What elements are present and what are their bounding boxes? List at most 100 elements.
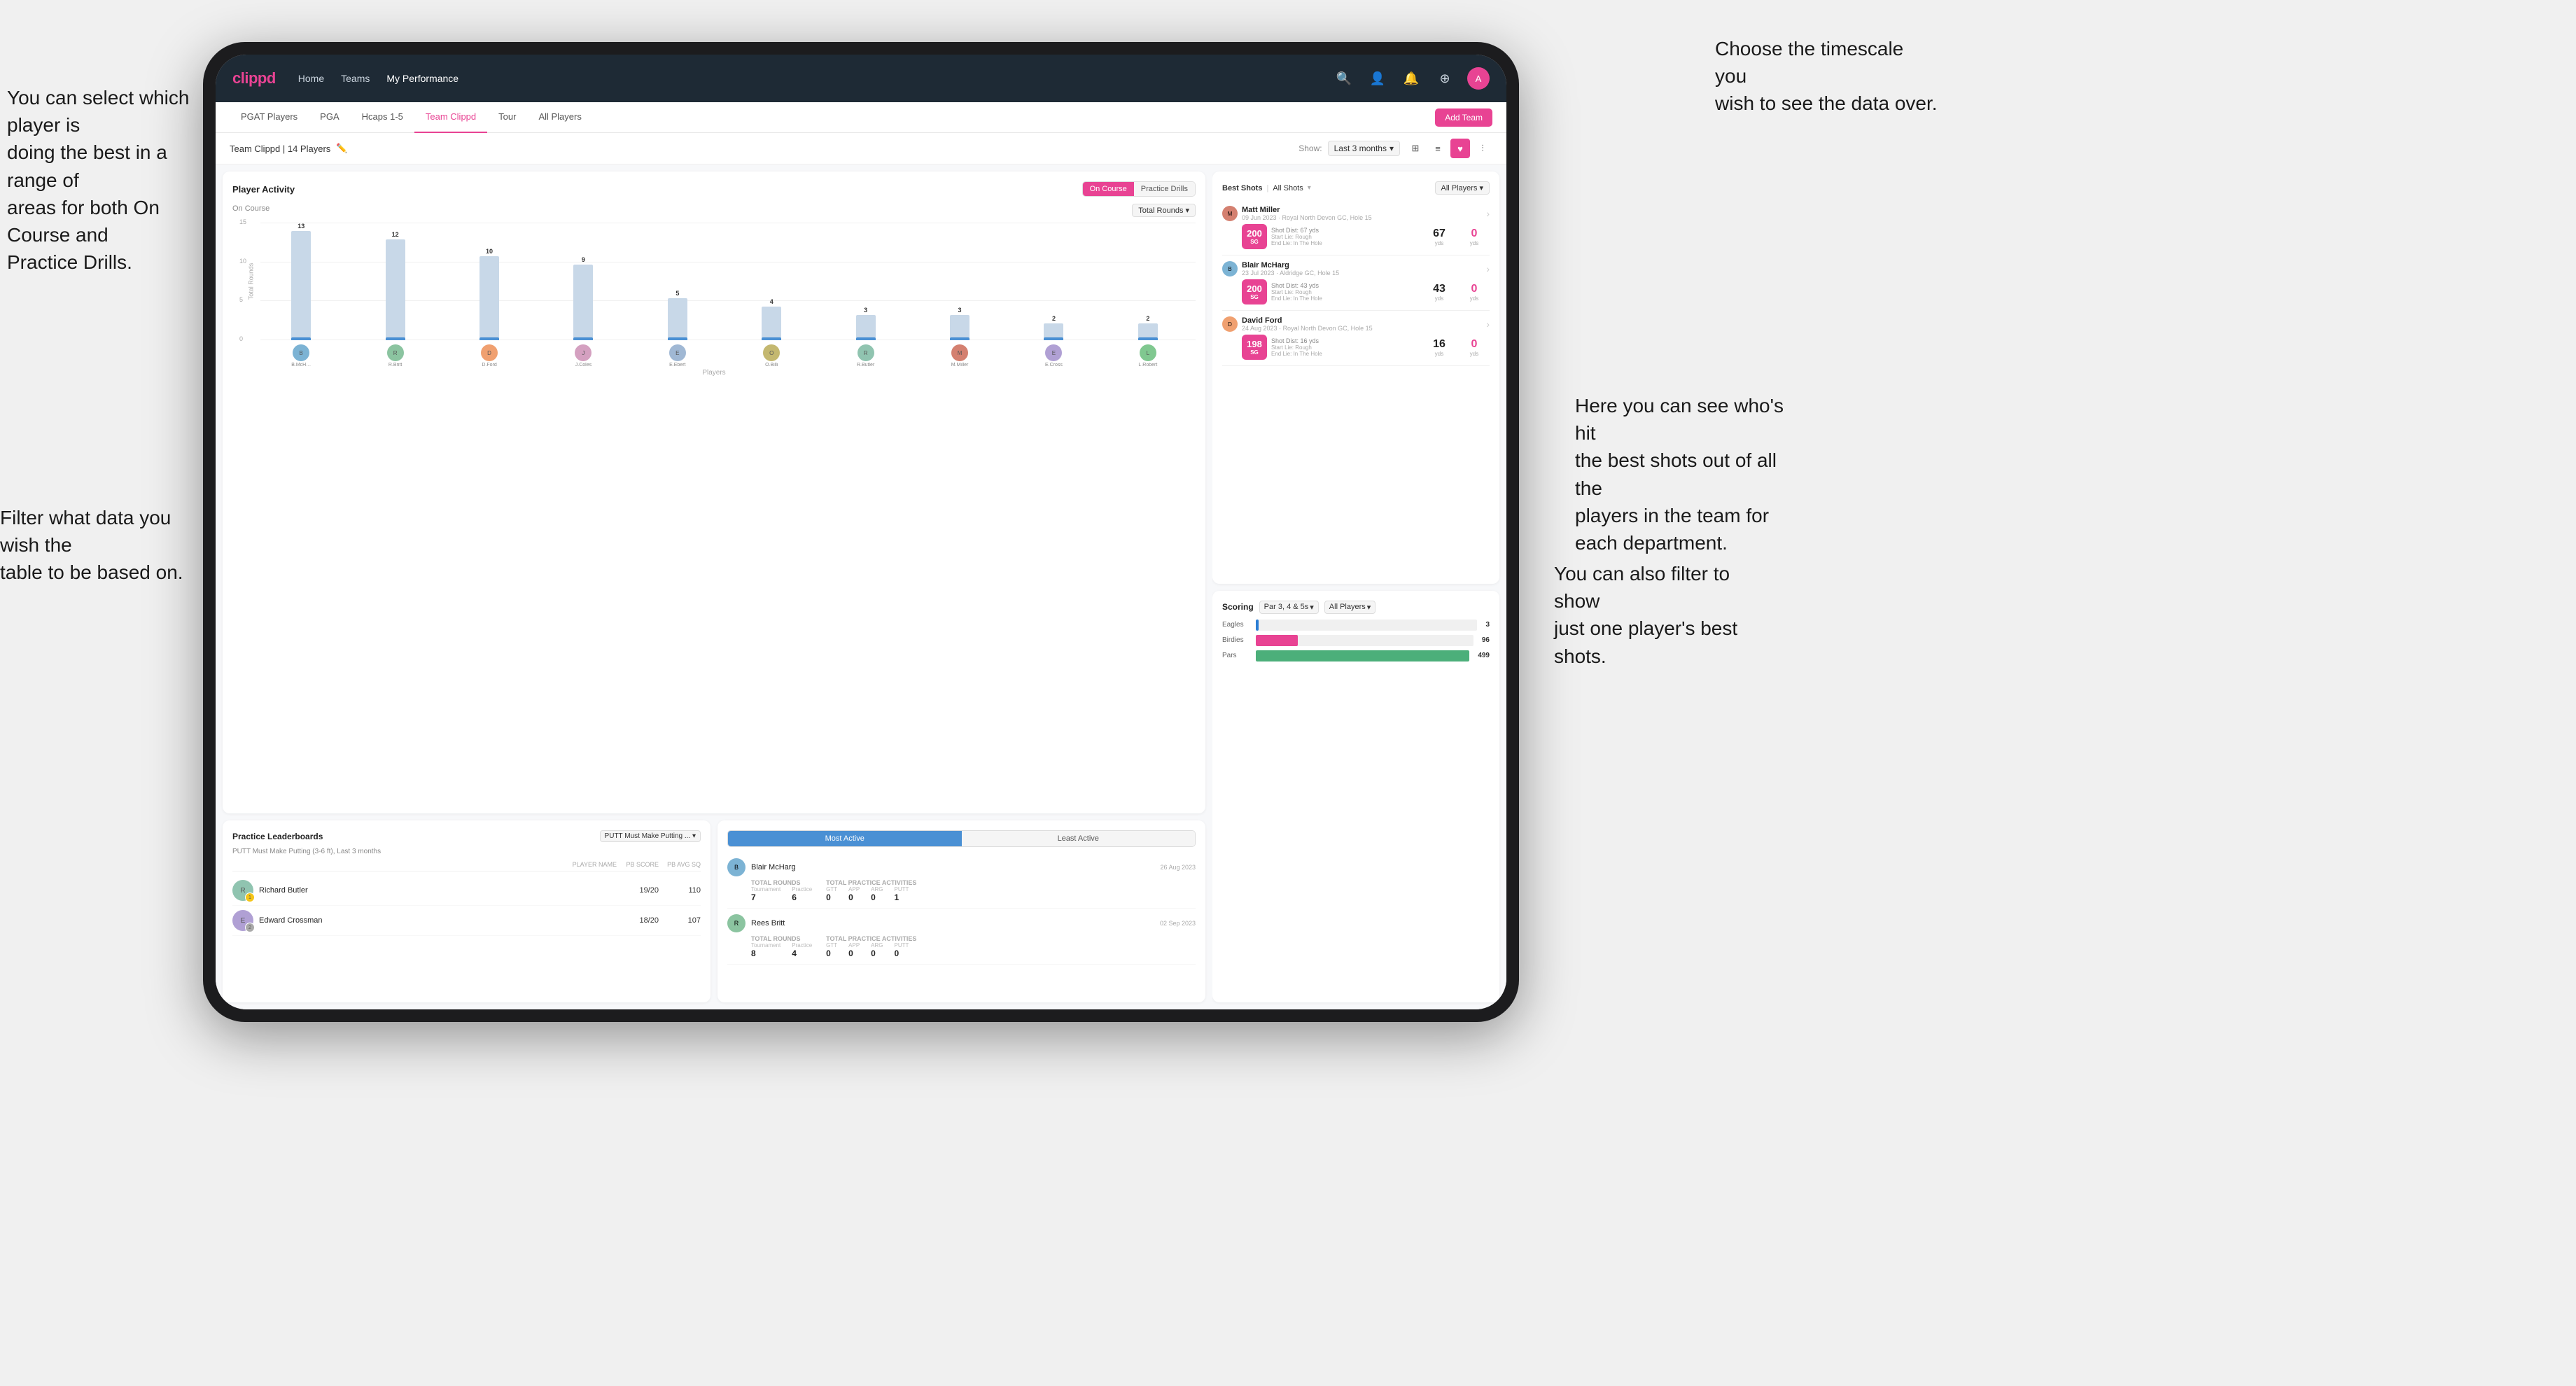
bar-5 — [762, 307, 781, 340]
shot-item-1[interactable]: B Blair McHarg 23 Jul 2023 · Aldridge GC… — [1222, 255, 1490, 311]
show-dropdown[interactable]: Last 3 months ▾ — [1328, 141, 1400, 156]
toggle-on-course[interactable]: On Course — [1083, 182, 1134, 196]
chevron-down-icon: ▾ — [1185, 206, 1189, 215]
tablet-screen: clippd Home Teams My Performance 🔍 👤 🔔 ⊕… — [216, 55, 1506, 1009]
all-players-dropdown[interactable]: All Players ▾ — [1435, 181, 1490, 195]
nav-home[interactable]: Home — [298, 73, 324, 84]
player-activity-card: Player Activity On Course Practice Drill… — [223, 172, 1205, 813]
edit-icon[interactable]: ✏️ — [336, 143, 347, 154]
nav-teams[interactable]: Teams — [341, 73, 370, 84]
chart-header: On Course Total Rounds ▾ — [232, 204, 1196, 217]
player-avatar-6[interactable]: R — [858, 344, 874, 361]
toggle-least-active[interactable]: Least Active — [962, 831, 1196, 846]
practice-player-info-0: R 1 Richard Butler — [232, 880, 617, 901]
scoring-bar-birdies — [1256, 635, 1474, 646]
scoring-row-birdies: Birdies 96 — [1222, 635, 1490, 646]
tab-all-players[interactable]: All Players — [527, 102, 592, 133]
active-stats-0: Total Rounds Tournament 7 Practice — [727, 879, 1196, 902]
practice-avg-0: 110 — [659, 886, 701, 895]
scoring-par-dropdown[interactable]: Par 3, 4 & 5s ▾ — [1259, 601, 1319, 614]
scoring-bar-pars — [1256, 650, 1469, 662]
chevron-right-icon-2[interactable]: › — [1486, 318, 1490, 330]
chevron-down-icon-players: ▾ — [1479, 183, 1483, 192]
tab-hcaps[interactable]: Hcaps 1-5 — [351, 102, 414, 133]
tab-tour[interactable]: Tour — [487, 102, 527, 133]
practice-row-1[interactable]: E 2 Edward Crossman 18/20 107 — [232, 906, 701, 936]
practice-title: Practice Leaderboards — [232, 832, 323, 841]
bell-icon[interactable]: 🔔 — [1400, 67, 1422, 90]
most-active-card: Most Active Least Active B Blair McHarg … — [718, 820, 1205, 1002]
shot-item-2[interactable]: D David Ford 24 Aug 2023 · Royal North D… — [1222, 311, 1490, 366]
player-avatar-4[interactable]: E — [669, 344, 686, 361]
player-avatar-item-4: E E.Ebert — [637, 344, 718, 368]
scoring-title: Scoring — [1222, 602, 1254, 612]
heart-view-icon[interactable]: ♥ — [1450, 139, 1470, 158]
active-player-header-0: B Blair McHarg 26 Aug 2023 — [727, 858, 1196, 876]
tab-pga[interactable]: PGA — [309, 102, 350, 133]
shot-course-2: 24 Aug 2023 · Royal North Devon GC, Hole… — [1242, 325, 1373, 332]
shot-item-0[interactable]: M Matt Miller 09 Jun 2023 · Royal North … — [1222, 200, 1490, 255]
player-avatar-0[interactable]: B — [293, 344, 309, 361]
list-view-icon[interactable]: ≡ — [1428, 139, 1448, 158]
filter-view-icon[interactable]: ⫶ — [1473, 139, 1492, 158]
chevron-right-icon-0[interactable]: › — [1486, 208, 1490, 219]
practice-score-0: 19/20 — [617, 886, 659, 895]
practice-row-0[interactable]: R 1 Richard Butler 19/20 110 — [232, 876, 701, 906]
active-rounds-1: Total Rounds Tournament 8 Practice — [751, 935, 812, 958]
chevron-right-icon-1[interactable]: › — [1486, 263, 1490, 274]
shot-course-1: 23 Jul 2023 · Aldridge GC, Hole 15 — [1242, 270, 1339, 276]
tab-pgat-players[interactable]: PGAT Players — [230, 102, 309, 133]
tab-team-clippd[interactable]: Team Clippd — [414, 102, 487, 133]
scoring-players-dropdown[interactable]: All Players ▾ — [1324, 601, 1376, 614]
toggle-practice-drills[interactable]: Practice Drills — [1134, 182, 1195, 196]
scoring-card: Scoring Par 3, 4 & 5s ▾ All Players ▾ — [1212, 591, 1499, 1003]
player-avatar-5[interactable]: O — [763, 344, 780, 361]
player-avatar-item-9: L L.Robert — [1107, 344, 1189, 368]
player-avatar-8[interactable]: E — [1045, 344, 1062, 361]
activity-title: Player Activity — [232, 184, 295, 195]
annotation-right-bottom: You can also filter to show just one pla… — [1554, 560, 1778, 670]
team-title: Team Clippd | 14 Players — [230, 144, 330, 154]
player-avatar-9[interactable]: L — [1140, 344, 1156, 361]
bar-group-7: 3 — [919, 307, 1000, 340]
toggle-most-active[interactable]: Most Active — [728, 831, 962, 846]
bar-7 — [950, 315, 969, 340]
all-shots-filter[interactable]: All Shots — [1273, 184, 1303, 192]
nav-my-performance[interactable]: My Performance — [386, 73, 458, 84]
active-player-row-1[interactable]: R Rees Britt 02 Sep 2023 Total Rounds To… — [727, 909, 1196, 965]
active-practice-1: Total Practice Activities GTT 0 APP — [826, 935, 916, 958]
scoring-value-birdies: 96 — [1482, 636, 1490, 644]
player-avatar-1[interactable]: R — [387, 344, 404, 361]
left-panel: Player Activity On Course Practice Drill… — [216, 164, 1212, 1009]
best-shots-filter[interactable]: Best Shots — [1222, 184, 1262, 192]
shot-dist-info-0: Shot Dist: 67 yds Start Lie: Rough End L… — [1271, 227, 1420, 246]
chart-filter-button[interactable]: Total Rounds ▾ — [1132, 204, 1196, 217]
user-avatar[interactable]: A — [1467, 67, 1490, 90]
plus-circle-icon[interactable]: ⊕ — [1434, 67, 1456, 90]
right-panel: Best Shots | All Shots ▾ All Players ▾ M — [1212, 164, 1506, 1009]
users-icon[interactable]: 👤 — [1366, 67, 1389, 90]
best-shots-header: Best Shots | All Shots ▾ All Players ▾ — [1222, 181, 1490, 195]
player-avatar-3[interactable]: J — [575, 344, 592, 361]
top-nav: clippd Home Teams My Performance 🔍 👤 🔔 ⊕… — [216, 55, 1506, 102]
shot-details-0: 200 SG Shot Dist: 67 yds Start Lie: Roug… — [1222, 224, 1490, 249]
player-avatar-7[interactable]: M — [951, 344, 968, 361]
shot-stat-2-2: 0 yds — [1459, 338, 1490, 357]
search-icon[interactable]: 🔍 — [1333, 67, 1355, 90]
add-team-button[interactable]: Add Team — [1435, 108, 1492, 127]
shot-player-name-0: Matt Miller — [1242, 206, 1372, 214]
bar-9 — [1138, 323, 1158, 340]
grid-view-icon[interactable]: ⊞ — [1406, 139, 1425, 158]
shot-avatar-0: M — [1222, 206, 1238, 221]
shot-player-row-0: M Matt Miller 09 Jun 2023 · Royal North … — [1222, 206, 1490, 221]
col-pb-score: PB SCORE — [617, 861, 659, 868]
active-player-row-0[interactable]: B Blair McHarg 26 Aug 2023 Total Rounds … — [727, 853, 1196, 909]
practice-dropdown[interactable]: PUTT Must Make Putting ... ▾ — [600, 830, 701, 842]
active-name-1: Rees Britt — [751, 919, 785, 927]
practice-leaderboards-card: Practice Leaderboards PUTT Must Make Put… — [223, 820, 710, 1002]
player-avatar-2[interactable]: D — [481, 344, 498, 361]
bar-0 — [291, 231, 311, 340]
annotation-right-middle: Here you can see who's hit the best shot… — [1575, 392, 1806, 556]
y-axis-label: Total Rounds — [247, 263, 254, 300]
shot-details-2: 198 SG Shot Dist: 16 yds Start Lie: Roug… — [1222, 335, 1490, 360]
